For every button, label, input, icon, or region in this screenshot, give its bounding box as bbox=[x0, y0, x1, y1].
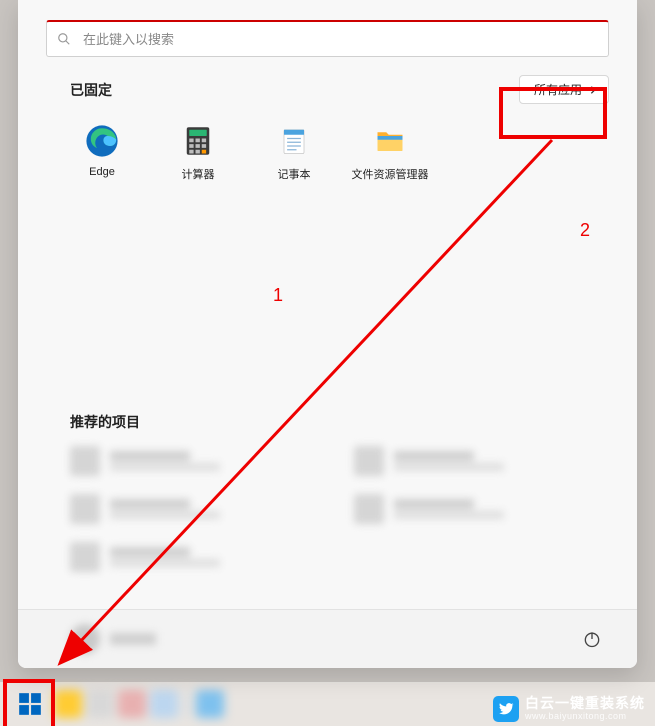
taskbar bbox=[0, 682, 655, 726]
calculator-icon bbox=[181, 124, 215, 158]
power-button[interactable] bbox=[577, 624, 607, 654]
pinned-app-edge[interactable]: Edge bbox=[54, 118, 150, 182]
notepad-icon bbox=[277, 124, 311, 158]
pinned-app-label: 计算器 bbox=[182, 166, 215, 182]
user-account-button[interactable] bbox=[70, 624, 156, 654]
file-explorer-icon bbox=[373, 124, 407, 158]
pinned-app-label: 文件资源管理器 bbox=[352, 166, 429, 182]
edge-icon bbox=[85, 124, 119, 158]
pinned-app-notepad[interactable]: 记事本 bbox=[246, 118, 342, 182]
recommended-item[interactable] bbox=[354, 494, 598, 524]
taskbar-other-icons bbox=[54, 690, 224, 718]
pinned-app-label: Edge bbox=[89, 166, 115, 178]
chevron-right-icon bbox=[588, 85, 598, 95]
user-avatar-icon bbox=[70, 624, 100, 654]
pinned-apps: Edge 计算器 bbox=[54, 118, 637, 182]
recommended-item[interactable] bbox=[70, 446, 314, 476]
recommended-item[interactable] bbox=[354, 446, 598, 476]
all-apps-label: 所有应用 bbox=[534, 81, 582, 98]
search-input[interactable] bbox=[81, 31, 598, 48]
power-icon bbox=[582, 629, 602, 649]
start-menu: 已固定 所有应用 Edge bbox=[18, 0, 637, 668]
pinned-app-calculator[interactable]: 计算器 bbox=[150, 118, 246, 182]
all-apps-button[interactable]: 所有应用 bbox=[519, 75, 609, 104]
recommended-item[interactable] bbox=[70, 494, 314, 524]
recommended-heading: 推荐的项目 bbox=[70, 412, 637, 432]
pinned-heading: 已固定 bbox=[70, 80, 112, 100]
search-icon bbox=[57, 32, 71, 46]
search-box[interactable] bbox=[46, 20, 609, 57]
pinned-app-label: 记事本 bbox=[278, 166, 311, 182]
start-menu-footer bbox=[18, 609, 637, 668]
recommended-item[interactable] bbox=[70, 542, 314, 572]
recommended-list bbox=[70, 446, 597, 572]
pinned-app-file-explorer[interactable]: 文件资源管理器 bbox=[342, 118, 438, 182]
start-button[interactable] bbox=[10, 684, 50, 724]
